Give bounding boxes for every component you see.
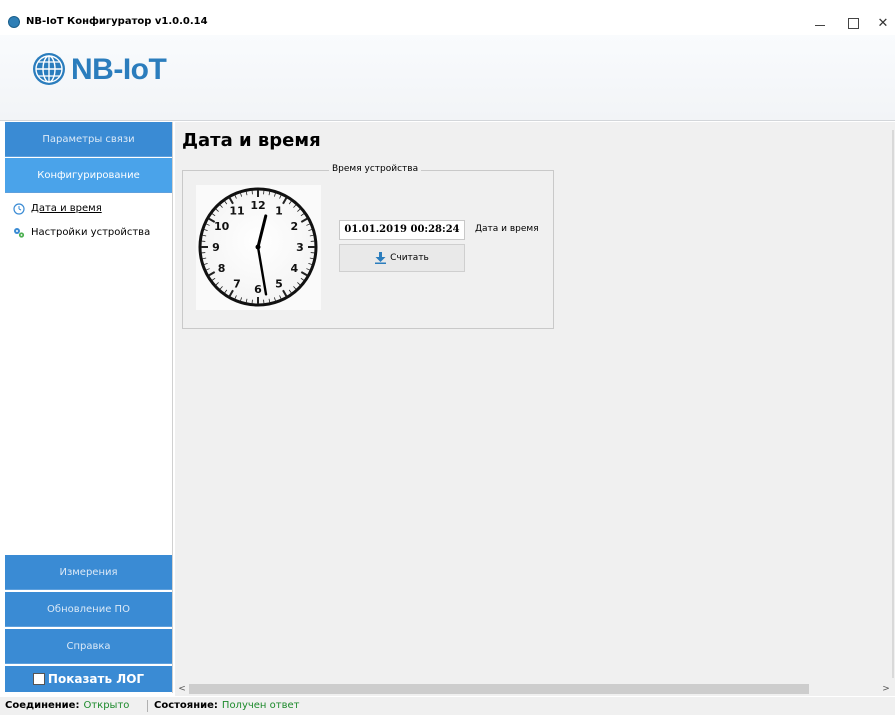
device-time-group: Время устройства 12 1 2 3 4 5 6 7 8 9 10 11 01.01.2…	[182, 164, 554, 329]
window-title: NB-IoT Конфигуратор v1.0.0.14	[26, 16, 208, 27]
tree-item-datetime[interactable]: Дата и время	[13, 201, 102, 217]
clock-numeral: 1	[275, 205, 283, 218]
connection-key: Соединение:	[5, 700, 80, 711]
clock-numeral: 11	[229, 205, 244, 218]
sidebar: Параметры связи Конфигурирование Дата и …	[5, 122, 173, 693]
scroll-right-arrow[interactable]: >	[880, 682, 892, 696]
globe-icon	[33, 53, 65, 85]
clock-numeral: 4	[291, 262, 299, 275]
clock-numeral: 3	[296, 241, 304, 254]
nav-configuration[interactable]: Конфигурирование	[5, 158, 172, 193]
close-icon: ✕	[877, 16, 889, 31]
read-button[interactable]: Считать	[339, 244, 465, 272]
clock-center	[255, 244, 261, 250]
scroll-thumb[interactable]	[189, 684, 809, 694]
nav-measurements[interactable]: Измерения	[5, 555, 172, 590]
app-window: NB-IoT Конфигуратор v1.0.0.14 ✕ NB-IoT П…	[0, 0, 895, 715]
clock-numeral: 12	[250, 199, 265, 212]
clock-numeral: 7	[233, 277, 241, 290]
checkbox-icon	[32, 673, 45, 685]
minimize-icon	[815, 25, 825, 26]
clock-numeral: 5	[275, 277, 283, 290]
nav-help[interactable]: Справка	[5, 629, 172, 664]
clock-icon	[13, 203, 25, 215]
status-separator	[147, 700, 148, 712]
status-bar: Соединение: Открыто Состояние: Получен отв…	[0, 697, 895, 715]
nav-firmware-update[interactable]: Обновление ПО	[5, 592, 172, 627]
connection-status: Соединение: Открыто	[5, 697, 129, 715]
tree-item-device-settings[interactable]: Настройки устройства	[13, 225, 150, 241]
logo-header: NB-IoT	[0, 35, 895, 121]
show-log-checkbox[interactable]: Показать ЛОГ	[5, 666, 172, 692]
maximize-icon	[848, 18, 859, 29]
state-value: Получен ответ	[221, 700, 300, 711]
maximize-button[interactable]	[838, 13, 868, 35]
content-border	[892, 130, 894, 678]
clock-numeral: 8	[218, 262, 226, 275]
datetime-field[interactable]: 01.01.2019 00:28:24	[339, 220, 465, 240]
state-key: Состояние:	[154, 700, 218, 711]
scroll-left-arrow[interactable]: <	[176, 682, 188, 696]
clock-numeral: 9	[212, 241, 220, 254]
horizontal-scrollbar[interactable]: < >	[175, 682, 895, 696]
analog-clock: 12 12 3 45678 9 10 11	[196, 185, 321, 310]
show-log-label: Показать ЛОГ	[47, 672, 145, 686]
clock-numeral: 2	[291, 220, 299, 233]
minimize-button[interactable]	[805, 13, 835, 35]
app-icon	[8, 16, 20, 28]
gears-icon	[14, 228, 25, 238]
datetime-label: Дата и время	[475, 224, 539, 234]
tree-item-label: Настройки устройства	[31, 227, 151, 238]
group-legend: Время устройства	[329, 164, 422, 174]
main-content: Дата и время Время устройства 12 1 2 3 4 5 6 7 8…	[175, 122, 895, 682]
clock-numeral: 10	[214, 220, 230, 233]
connection-value: Открыто	[83, 700, 130, 711]
clock-numeral: 6	[254, 283, 262, 296]
page-title: Дата и время	[182, 130, 321, 151]
download-icon	[375, 252, 387, 264]
logo-text: NB-IoT	[71, 53, 167, 86]
tree-item-label: Дата и время	[31, 203, 102, 214]
read-button-label: Считать	[390, 253, 429, 263]
nav-connection-params[interactable]: Параметры связи	[5, 122, 172, 157]
state-status: Состояние: Получен ответ	[154, 697, 299, 715]
close-button[interactable]: ✕	[868, 13, 895, 35]
title-bar: NB-IoT Конфигуратор v1.0.0.14 ✕	[0, 13, 895, 35]
